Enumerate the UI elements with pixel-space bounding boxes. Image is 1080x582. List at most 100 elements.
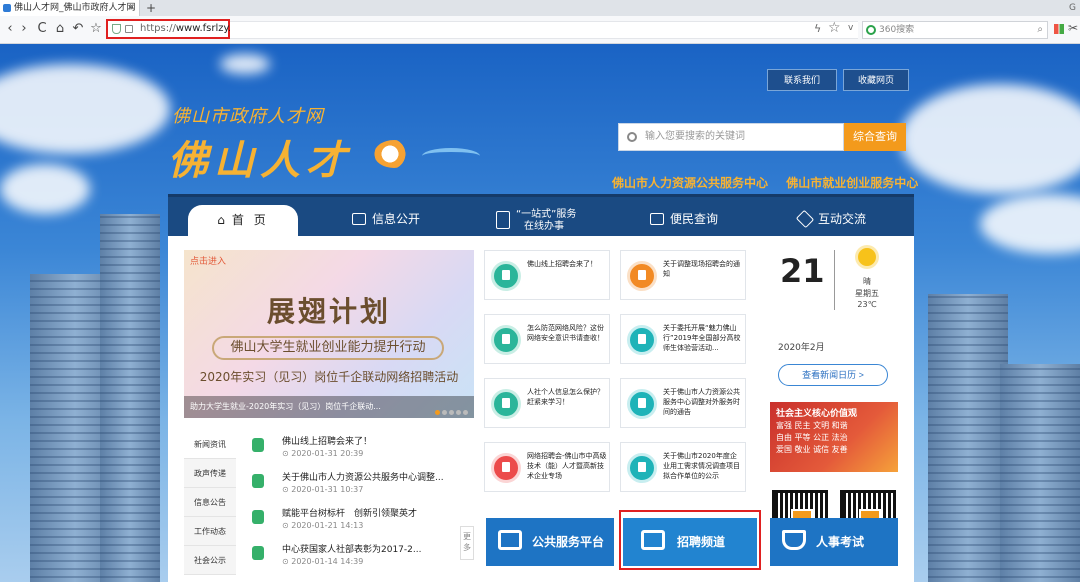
nav-onestop[interactable]: “一站式”服务 在线办事 [496,209,576,239]
news-tab[interactable]: 政声传递 [184,459,236,488]
news-date: ⊙ 2020-01-31 20:39 [282,449,364,458]
banner-dot[interactable] [456,410,461,415]
scissors-icon[interactable]: ✂ [1068,21,1078,35]
main-nav: ⌂ 首 页 信息公开 “一站式”服务 在线办事 便民查询 互动交流 [168,194,914,246]
news-title[interactable]: 佛山线上招聘会来了！ [282,430,458,447]
banner-dot[interactable] [463,410,468,415]
news-date: ⊙ 2020-01-14 14:39 [282,557,364,566]
card-text: 人社个人信息怎么保护？赶紧来学习！ [527,388,604,406]
address-bar[interactable]: https://www.fsrlzy.cn [106,19,243,39]
favorite-button[interactable]: 收藏网页 [843,69,909,91]
clock-icon [627,389,657,419]
service-card[interactable]: 佛山线上招聘会来了！ [484,250,610,300]
undo-icon[interactable]: ↶ [70,21,86,37]
card-text: 关于佛山市2020年度企业用工需求情况调查项目拟合作单位的公示 [663,452,740,480]
banner-dot[interactable] [435,410,440,415]
news-title[interactable]: 关于佛山市人力资源公共服务中心调整... [282,466,458,483]
cloud-decoration [0,164,90,214]
list-item[interactable]: 赋能平台树标杆 创新引领聚英才 ⊙ 2020-01-21 14:13 [246,502,458,538]
news-date: ⊙ 2020-01-31 10:37 [282,485,364,494]
nav-info[interactable]: 信息公开 [352,205,420,235]
banner-tag[interactable]: 点击进入 [190,254,226,267]
banner-caption[interactable]: 助力大学生就业-2020年实习（见习）岗位千企联动... [184,396,474,418]
values-poster[interactable]: 社会主义核心价值观 富强 民主 文明 和谐 自由 平等 公正 法治 爱国 敬业 … [770,402,898,472]
list-item[interactable]: 佛山线上招聘会来了！ ⊙ 2020-01-31 20:39 [246,430,458,466]
sun-icon [858,248,876,266]
diamond-icon [795,209,815,229]
browser-search-input[interactable]: 360搜索 ⌕ [862,21,1048,39]
banner-dot[interactable] [442,410,447,415]
document-icon [352,213,366,225]
nav-interact[interactable]: 互动交流 [795,205,866,235]
home-icon: ⌂ [217,213,228,227]
folder-icon [650,213,664,225]
weekday-text: 星期五 [855,289,879,298]
card-text: 网络招聘会-佛山市中高级技术（能）人才暨高新技术企业专场 [527,452,607,480]
search-icon[interactable]: ⌕ [1037,22,1043,38]
news-more-button[interactable]: 更多 [460,526,474,560]
news-tab[interactable]: 工作动态 [184,517,236,546]
news-tab[interactable]: 新闻资讯 [184,430,236,459]
news-icon [252,510,264,524]
banner-subtitle: 佛山大学生就业创业能力提升行动 [212,336,444,360]
contact-button[interactable]: 联系我们 [767,69,837,91]
site-search-input[interactable]: 输入您要搜索的关键词 [618,123,844,151]
nav-query-label: 便民查询 [670,212,719,226]
search-button[interactable]: 综合查询 [844,123,906,151]
bookmark-icon[interactable]: ☆ [88,21,104,37]
survey-icon [627,453,657,483]
cloud-decoration [220,54,270,74]
tile-label: 公共服务平台 [532,535,605,549]
service-card[interactable]: 关于佛山市2020年度企业用工需求情况调查项目拟合作单位的公示 [620,442,746,492]
browser-tabbar: 佛山人才网_佛山市政府人才网 × + G [0,0,1080,16]
book-icon [782,530,806,550]
360-logo-icon [866,25,876,35]
news-calendar-button[interactable]: 查看新闻日历 > [778,364,888,386]
service-card[interactable]: 人社个人信息怎么保护？赶紧来学习！ [484,378,610,428]
building-decoration [100,214,160,582]
tab-close-icon[interactable]: × [127,0,135,16]
service-card[interactable]: 网络招聘会-佛山市中高级技术（能）人才暨高新技术企业专场 [484,442,610,492]
service-card[interactable]: 关于调整现场招聘会的通知 [620,250,746,300]
building-decoration [1000,364,1080,582]
personnel-exam-tile[interactable]: 人事考试 [770,518,898,566]
calendar-divider [834,250,835,310]
news-tab[interactable]: 信息公告 [184,488,236,517]
list-item[interactable]: 关于佛山市人力资源公共服务中心调整... ⊙ 2020-01-31 10:37 [246,466,458,502]
forward-icon[interactable]: › [16,21,32,37]
apps-grid-icon[interactable] [1054,24,1064,34]
banner[interactable]: 点击进入 展翅计划 佛山大学生就业创业能力提升行动 2020年实习（见习）岗位千… [184,250,474,418]
service-card[interactable]: 关于委托开展“魅力佛山行”2019年全国部分高校师生体验营活动... [620,314,746,364]
home-icon[interactable]: ⌂ [52,21,68,37]
address-bar-fill[interactable] [230,21,858,39]
center-link-hr[interactable]: 佛山市人力资源公共服务中心 [612,176,768,190]
reload-icon[interactable]: C [34,21,50,37]
chevron-down-icon[interactable]: v [848,23,853,33]
new-tab-button[interactable]: + [146,0,156,16]
star-icon[interactable]: ☆ [828,20,841,36]
cloud-decoration [0,64,170,154]
banner-pager [433,404,468,418]
tabbar-menu-icon[interactable]: G [1069,0,1076,16]
service-card[interactable]: 关于佛山市人力资源公共服务中心调整对外服务时间的通告 [620,378,746,428]
notice-icon [627,261,657,291]
bolt-icon[interactable]: ϟ [814,22,821,35]
video-icon [491,453,521,483]
poster-line: 爱国 敬业 诚信 友善 [776,445,848,454]
news-icon [252,438,264,452]
banner-dot[interactable] [449,410,454,415]
center-link-employment[interactable]: 佛山市就业创业服务中心 [786,176,918,190]
browser-tab[interactable]: 佛山人才网_佛山市政府人才网 × [0,0,140,16]
news-tab[interactable]: 社会公示 [184,546,236,575]
tile-label: 人事考试 [816,535,865,549]
news-icon [252,546,264,560]
list-item[interactable]: 中心获国家人社部表彰为2017-2... ⊙ 2020-01-14 14:39 [246,538,458,574]
service-card[interactable]: 怎么防范网络风险？这份网络安全意识书请查收！ [484,314,610,364]
nav-home[interactable]: ⌂ 首 页 [188,205,298,239]
nav-info-label: 信息公开 [372,212,421,226]
news-icon [252,474,264,488]
nav-query[interactable]: 便民查询 [650,205,718,235]
news-title[interactable]: 赋能平台树标杆 创新引领聚英才 [282,502,458,519]
public-service-tile[interactable]: 公共服务平台 [486,518,614,566]
news-title[interactable]: 中心获国家人社部表彰为2017-2... [282,538,458,555]
